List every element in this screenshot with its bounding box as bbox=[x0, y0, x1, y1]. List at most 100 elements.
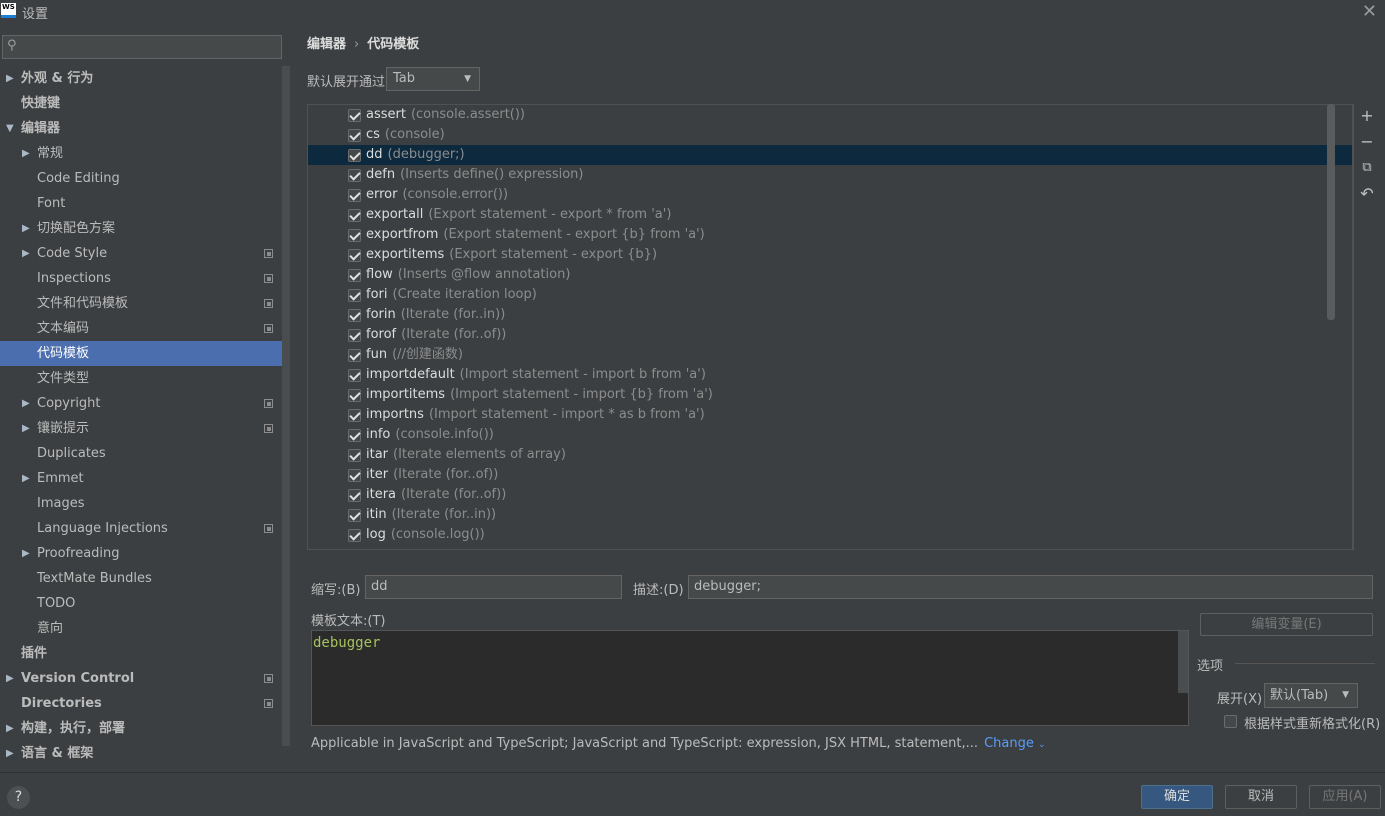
template-row[interactable]: exportitems (Export statement - export {b… bbox=[308, 245, 1352, 265]
template-enabled-checkbox[interactable] bbox=[348, 169, 361, 182]
tree-item[interactable]: Duplicates bbox=[0, 441, 282, 466]
expand-with-dropdown[interactable]: Tab ▼ bbox=[386, 67, 480, 91]
reformat-checkbox[interactable] bbox=[1224, 715, 1237, 728]
template-row[interactable]: importdefault (Import statement - import … bbox=[308, 365, 1352, 385]
tree-item[interactable]: TextMate Bundles bbox=[0, 566, 282, 591]
expand-option-dropdown[interactable]: 默认(Tab) ▼ bbox=[1264, 683, 1358, 708]
tree-item[interactable]: ▶ Proofreading bbox=[0, 541, 282, 566]
chevron-right-icon[interactable]: ▶ bbox=[6, 666, 16, 691]
template-enabled-checkbox[interactable] bbox=[348, 469, 361, 482]
template-enabled-checkbox[interactable] bbox=[348, 149, 361, 162]
tree-item[interactable]: ▶ 常规 bbox=[0, 141, 282, 166]
tree-item[interactable]: TODO bbox=[0, 591, 282, 616]
template-row[interactable]: forof (Iterate (for..of)) bbox=[308, 325, 1352, 345]
close-icon[interactable]: ✕ bbox=[1362, 1, 1377, 22]
duplicate-icon[interactable]: ⧉ bbox=[1358, 158, 1376, 178]
template-enabled-checkbox[interactable] bbox=[348, 509, 361, 522]
remove-icon[interactable]: − bbox=[1358, 132, 1376, 152]
chevron-right-icon[interactable]: ▶ bbox=[22, 216, 32, 241]
revert-icon[interactable]: ↶ bbox=[1358, 184, 1376, 204]
chevron-right-icon[interactable]: ▶ bbox=[22, 241, 32, 266]
chevron-right-icon[interactable]: ▶ bbox=[6, 66, 16, 91]
tree-item[interactable]: ▶ 构建，执行，部署 bbox=[0, 716, 282, 741]
tree-item[interactable]: 意向 bbox=[0, 616, 282, 641]
template-row[interactable]: log (console.log()) bbox=[308, 525, 1352, 545]
template-enabled-checkbox[interactable] bbox=[348, 489, 361, 502]
help-button[interactable]: ? bbox=[7, 786, 30, 809]
abbreviation-field[interactable]: dd bbox=[365, 575, 622, 599]
template-row[interactable]: dd (debugger;) bbox=[308, 145, 1352, 165]
tree-item[interactable]: 文件和代码模板 bbox=[0, 291, 282, 316]
template-enabled-checkbox[interactable] bbox=[348, 109, 361, 122]
cancel-button[interactable]: 取消 bbox=[1225, 785, 1297, 809]
chevron-right-icon[interactable]: ▶ bbox=[22, 466, 32, 491]
tree-item[interactable]: 插件 bbox=[0, 641, 282, 666]
tree-item[interactable]: Font bbox=[0, 191, 282, 216]
template-row[interactable]: itin (Iterate (for..in)) bbox=[308, 505, 1352, 525]
chevron-right-icon[interactable]: ▶ bbox=[22, 416, 32, 441]
template-row[interactable]: assert (console.assert()) bbox=[308, 105, 1352, 125]
chevron-right-icon[interactable]: ▶ bbox=[22, 141, 32, 166]
template-enabled-checkbox[interactable] bbox=[348, 209, 361, 222]
chevron-right-icon[interactable]: ▶ bbox=[6, 716, 16, 741]
tree-item[interactable]: Language Injections bbox=[0, 516, 282, 541]
tree-item[interactable]: 文件类型 bbox=[0, 366, 282, 391]
template-row[interactable]: itera (Iterate (for..of)) bbox=[308, 485, 1352, 505]
template-enabled-checkbox[interactable] bbox=[348, 449, 361, 462]
edit-variables-button[interactable]: 编辑变量(E) bbox=[1200, 613, 1373, 636]
template-enabled-checkbox[interactable] bbox=[348, 129, 361, 142]
apply-button[interactable]: 应用(A) bbox=[1309, 785, 1381, 809]
template-row[interactable]: exportall (Export statement - export * fr… bbox=[308, 205, 1352, 225]
tree-item[interactable]: Inspections bbox=[0, 266, 282, 291]
template-enabled-checkbox[interactable] bbox=[348, 529, 361, 542]
template-row[interactable]: defn (Inserts define() expression) bbox=[308, 165, 1352, 185]
template-row[interactable]: flow (Inserts @flow annotation) bbox=[308, 265, 1352, 285]
chevron-right-icon[interactable]: ▶ bbox=[6, 741, 16, 766]
template-enabled-checkbox[interactable] bbox=[348, 329, 361, 342]
tree-item[interactable]: ▶ 切换配色方案 bbox=[0, 216, 282, 241]
template-row[interactable]: exportfrom (Export statement - export {b}… bbox=[308, 225, 1352, 245]
tree-item[interactable]: Images bbox=[0, 491, 282, 516]
template-enabled-checkbox[interactable] bbox=[348, 249, 361, 262]
tree-item[interactable]: ▶ Version Control bbox=[0, 666, 282, 691]
template-row[interactable]: iter (Iterate (for..of)) bbox=[308, 465, 1352, 485]
sidebar-scrollbar[interactable] bbox=[282, 66, 290, 746]
editor-scrollbar[interactable] bbox=[1178, 631, 1188, 693]
tree-item[interactable]: 文本编码 bbox=[0, 316, 282, 341]
template-enabled-checkbox[interactable] bbox=[348, 429, 361, 442]
template-enabled-checkbox[interactable] bbox=[348, 289, 361, 302]
tree-item[interactable]: 代码模板 bbox=[0, 341, 290, 366]
change-link[interactable]: Change ⌄ bbox=[984, 736, 1045, 751]
template-enabled-checkbox[interactable] bbox=[348, 269, 361, 282]
tree-item[interactable]: ▶ 语言 & 框架 bbox=[0, 741, 282, 766]
template-enabled-checkbox[interactable] bbox=[348, 189, 361, 202]
tree-item[interactable]: ▶ Emmet bbox=[0, 466, 282, 491]
template-enabled-checkbox[interactable] bbox=[348, 369, 361, 382]
chevron-down-icon[interactable]: ▼ bbox=[6, 116, 16, 141]
tree-item[interactable]: ▶ Code Style bbox=[0, 241, 282, 266]
template-row[interactable]: cs (console) bbox=[308, 125, 1352, 145]
search-input[interactable]: ⚲ bbox=[2, 35, 282, 59]
template-enabled-checkbox[interactable] bbox=[348, 409, 361, 422]
template-row[interactable]: info (console.info()) bbox=[308, 425, 1352, 445]
template-row[interactable]: importns (Import statement - import * as … bbox=[308, 405, 1352, 425]
description-field[interactable]: debugger; bbox=[688, 575, 1373, 599]
template-enabled-checkbox[interactable] bbox=[348, 389, 361, 402]
tree-item[interactable]: ▶ Copyright bbox=[0, 391, 282, 416]
add-icon[interactable]: + bbox=[1358, 106, 1376, 126]
tree-item[interactable]: 快捷键 bbox=[0, 91, 282, 116]
template-row[interactable]: forin (Iterate (for..in)) bbox=[308, 305, 1352, 325]
template-enabled-checkbox[interactable] bbox=[348, 349, 361, 362]
template-list-scrollbar[interactable] bbox=[1327, 104, 1335, 320]
tree-item[interactable]: Directories bbox=[0, 691, 282, 716]
tree-item[interactable]: ▶ 镶嵌提示 bbox=[0, 416, 282, 441]
tree-item[interactable]: Code Editing bbox=[0, 166, 282, 191]
template-row[interactable]: itar (Iterate elements of array) bbox=[308, 445, 1352, 465]
template-text-editor[interactable]: debugger bbox=[311, 630, 1189, 726]
template-enabled-checkbox[interactable] bbox=[348, 229, 361, 242]
ok-button[interactable]: 确定 bbox=[1141, 785, 1213, 809]
template-row[interactable]: error (console.error()) bbox=[308, 185, 1352, 205]
tree-item[interactable]: ▼ 编辑器 bbox=[0, 116, 282, 141]
template-enabled-checkbox[interactable] bbox=[348, 309, 361, 322]
template-row[interactable]: fori (Create iteration loop) bbox=[308, 285, 1352, 305]
